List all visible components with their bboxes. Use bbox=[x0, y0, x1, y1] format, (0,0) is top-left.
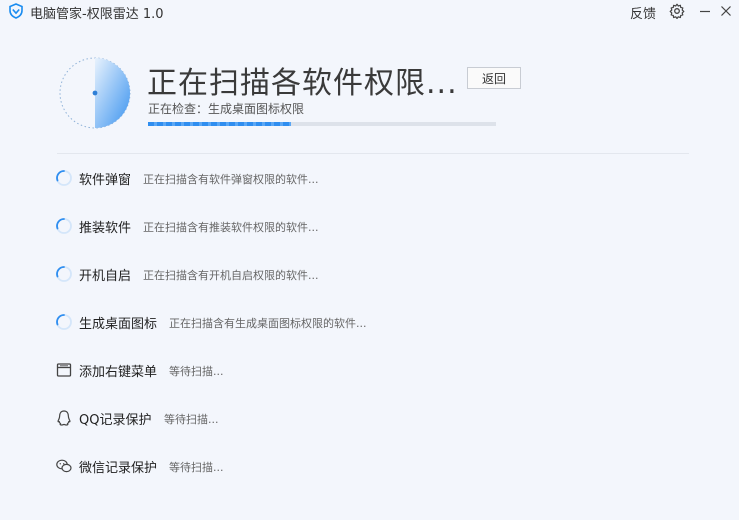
scan-item-wechat-protection: 微信记录保护 等待扫描... bbox=[55, 454, 695, 478]
back-button[interactable]: 返回 bbox=[467, 67, 521, 89]
scan-item-desktop-icon: 生成桌面图标 正在扫描含有生成桌面图标权限的软件... bbox=[55, 310, 695, 334]
scan-item-label: 添加右键菜单 bbox=[79, 365, 158, 380]
title-bar: 电脑管家-权限雷达 1.0 反馈 bbox=[0, 0, 739, 22]
scan-item-label: 推装软件 bbox=[79, 221, 132, 236]
scan-item-qq-protection: QQ记录保护 等待扫描... bbox=[55, 406, 695, 430]
shield-icon bbox=[9, 3, 23, 19]
spinner-icon bbox=[56, 170, 72, 186]
scan-item-label: 微信记录保护 bbox=[79, 461, 158, 476]
scan-progress-bar bbox=[148, 122, 496, 126]
spinner-icon bbox=[56, 266, 72, 282]
gear-icon[interactable] bbox=[669, 3, 685, 19]
scan-item-label: QQ记录保护 bbox=[79, 413, 152, 428]
context-menu-icon bbox=[56, 363, 72, 377]
scan-progress-fill bbox=[148, 122, 291, 126]
scan-item-status: 正在扫描含有生成桌面图标权限的软件... bbox=[169, 317, 367, 330]
wechat-icon bbox=[56, 459, 72, 473]
scan-item-status: 等待扫描... bbox=[169, 461, 224, 474]
scan-item-label: 开机自启 bbox=[79, 269, 132, 284]
qq-icon bbox=[57, 410, 71, 426]
scan-item-status: 等待扫描... bbox=[164, 413, 219, 426]
scan-item-popup: 软件弹窗 正在扫描含有软件弹窗权限的软件... bbox=[55, 166, 695, 190]
radar-icon bbox=[59, 57, 131, 129]
minimize-icon[interactable] bbox=[697, 3, 713, 19]
scan-item-status: 正在扫描含有推装软件权限的软件... bbox=[143, 221, 319, 234]
close-icon[interactable] bbox=[718, 3, 734, 19]
scan-item-label: 生成桌面图标 bbox=[79, 317, 158, 332]
scan-item-autostart: 开机自启 正在扫描含有开机自启权限的软件... bbox=[55, 262, 695, 286]
feedback-link[interactable]: 反馈 bbox=[630, 3, 656, 22]
scan-title: 正在扫描各软件权限... bbox=[147, 66, 458, 101]
divider bbox=[57, 153, 689, 154]
scan-item-bundled-install: 推装软件 正在扫描含有推装软件权限的软件... bbox=[55, 214, 695, 238]
scan-item-context-menu: 添加右键菜单 等待扫描... bbox=[55, 358, 695, 382]
scan-item-status: 正在扫描含有软件弹窗权限的软件... bbox=[143, 173, 319, 186]
spinner-icon bbox=[56, 218, 72, 234]
spinner-icon bbox=[56, 314, 72, 330]
scan-item-status: 等待扫描... bbox=[169, 365, 224, 378]
current-check-text: 正在检查：生成桌面图标权限 bbox=[148, 102, 305, 116]
app-title: 电脑管家-权限雷达 1.0 bbox=[30, 7, 164, 22]
scan-item-status: 正在扫描含有开机自启权限的软件... bbox=[143, 269, 319, 282]
scan-item-label: 软件弹窗 bbox=[79, 173, 132, 188]
